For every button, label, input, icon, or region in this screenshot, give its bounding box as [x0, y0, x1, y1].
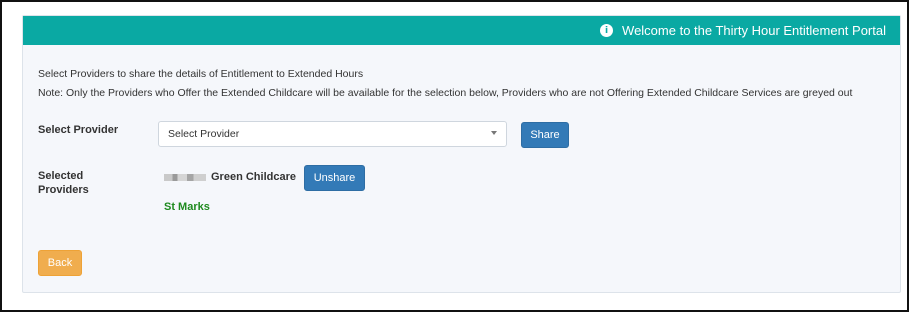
- panel-header: i Welcome to the Thirty Hour Entitlement…: [23, 16, 900, 45]
- entitlement-panel: i Welcome to the Thirty Hour Entitlement…: [22, 15, 901, 293]
- provider-select[interactable]: Select Provider: [158, 121, 507, 147]
- selected-provider-item: Green Childcare: [164, 171, 296, 183]
- provider-select-value: Select Provider: [168, 128, 240, 140]
- redacted-text: [164, 173, 206, 181]
- selected-providers-label: Selected Providers: [38, 169, 89, 197]
- header-title: Welcome to the Thirty Hour Entitlement P…: [622, 23, 886, 38]
- share-button[interactable]: Share: [521, 122, 569, 148]
- provider-name: Green Childcare: [211, 171, 296, 183]
- info-circle-icon: i: [600, 24, 614, 37]
- chevron-down-icon: [491, 131, 497, 135]
- select-provider-label: Select Provider: [38, 124, 119, 136]
- note-text: Note: Only the Providers who Offer the E…: [38, 87, 853, 99]
- provider-name-st-marks: St Marks: [164, 201, 210, 213]
- selected-providers-label-line1: Selected: [38, 170, 84, 182]
- selected-providers-label-line2: Providers: [38, 184, 89, 196]
- intro-text: Select Providers to share the details of…: [38, 68, 364, 80]
- unshare-button[interactable]: Unshare: [304, 165, 365, 191]
- back-button[interactable]: Back: [38, 250, 82, 276]
